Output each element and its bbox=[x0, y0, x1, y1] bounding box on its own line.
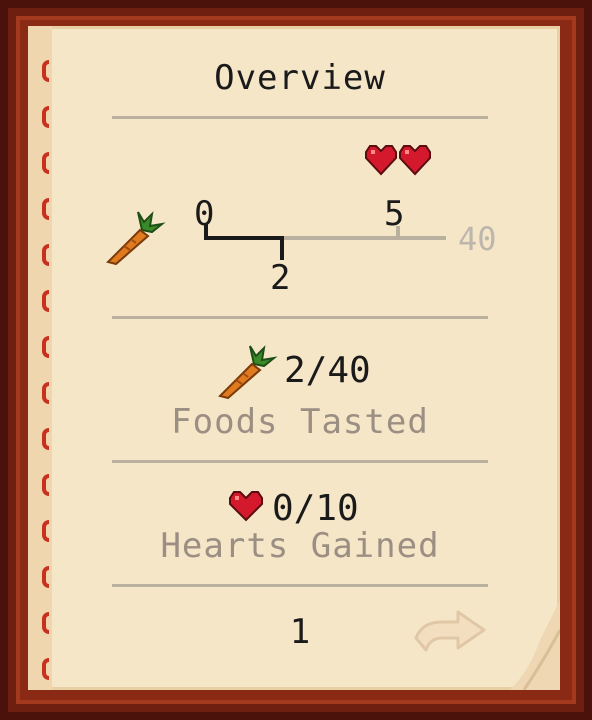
hearts-gained-value: 0/10 bbox=[272, 488, 359, 529]
stitch bbox=[42, 198, 49, 220]
stitch bbox=[42, 520, 49, 542]
page-turn-arrow-icon[interactable] bbox=[412, 608, 488, 654]
track-milestone-tick bbox=[396, 226, 400, 238]
separator bbox=[112, 116, 488, 119]
stitch bbox=[42, 290, 49, 312]
stitch bbox=[42, 612, 49, 634]
track-max-label: 40 bbox=[458, 220, 497, 258]
stitch bbox=[42, 658, 49, 680]
carrot-icon bbox=[106, 211, 166, 266]
stitch bbox=[42, 60, 49, 82]
foods-tasted-caption: Foods Tasted bbox=[171, 402, 429, 442]
binding-stitches bbox=[36, 60, 56, 700]
stitch bbox=[42, 428, 49, 450]
track-remaining-line bbox=[284, 236, 446, 240]
stitch bbox=[42, 106, 49, 128]
stitch bbox=[42, 474, 49, 496]
separator bbox=[112, 460, 488, 463]
separator bbox=[112, 316, 488, 319]
track-current-label: 2 bbox=[270, 258, 291, 298]
panel-title: Overview bbox=[214, 58, 386, 98]
stitch bbox=[42, 336, 49, 358]
track-current-tick bbox=[280, 238, 284, 260]
double-heart-icon bbox=[365, 145, 431, 176]
track-start-tick bbox=[204, 224, 208, 240]
heart-icon bbox=[229, 491, 263, 522]
track-progress-line bbox=[204, 236, 284, 240]
track-milestone-label: 5 bbox=[384, 194, 405, 234]
separator bbox=[112, 584, 488, 587]
hearts-gained-caption: Hearts Gained bbox=[160, 526, 440, 566]
stitch bbox=[42, 566, 49, 588]
stitch bbox=[42, 244, 49, 266]
stitch bbox=[42, 152, 49, 174]
page-corner-curl bbox=[510, 600, 560, 690]
carrot-icon bbox=[218, 345, 278, 400]
foods-tasted-value: 2/40 bbox=[284, 350, 371, 391]
page-number: 1 bbox=[289, 612, 311, 652]
stitch bbox=[42, 382, 49, 404]
